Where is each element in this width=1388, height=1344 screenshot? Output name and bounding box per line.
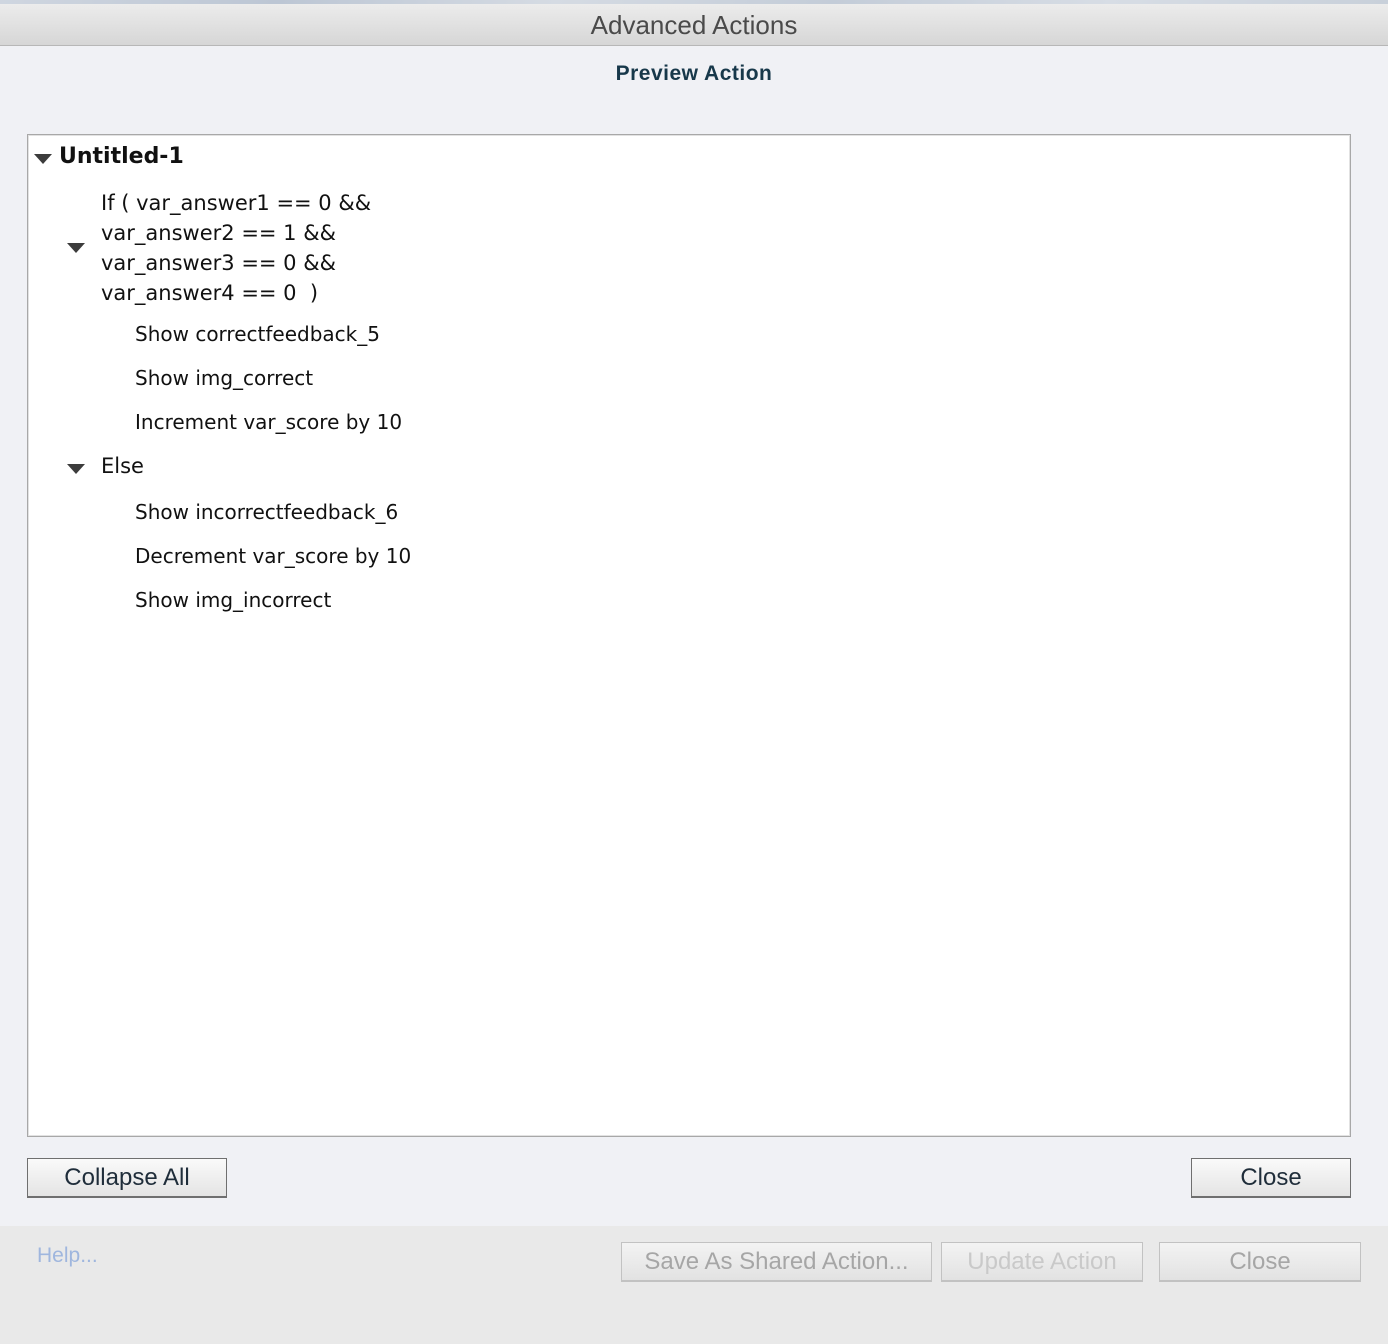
action-item[interactable]: Show correctfeedback_5 — [135, 322, 380, 346]
condition-line: var_answer4 == 0 ) — [101, 281, 319, 305]
expand-triangle-icon[interactable] — [67, 464, 85, 474]
condition-line: var_answer2 == 1 && — [101, 221, 336, 245]
window-titlebar[interactable]: Advanced Actions — [0, 4, 1388, 46]
advanced-actions-window: Advanced Actions Preview Action Untitled… — [0, 0, 1388, 1344]
tree-root-label[interactable]: Untitled-1 — [59, 144, 184, 169]
action-item[interactable]: Decrement var_score by 10 — [135, 544, 411, 568]
condition-line: If ( var_answer1 == 0 && — [101, 191, 372, 215]
update-action-button[interactable]: Update Action — [941, 1242, 1143, 1282]
action-tree[interactable]: Untitled-1 If ( var_answer1 == 0 && var_… — [27, 134, 1351, 1137]
action-item[interactable]: Show img_correct — [135, 366, 313, 390]
close-preview-button[interactable]: Close — [1191, 1158, 1351, 1198]
help-link[interactable]: Help... — [37, 1244, 98, 1268]
condition-line: var_answer3 == 0 && — [101, 251, 336, 275]
action-item[interactable]: Increment var_score by 10 — [135, 410, 402, 434]
expand-triangle-icon[interactable] — [67, 243, 85, 253]
save-as-shared-action-button[interactable]: Save As Shared Action... — [621, 1242, 932, 1282]
action-item[interactable]: Show incorrectfeedback_6 — [135, 500, 398, 524]
close-dialog-button[interactable]: Close — [1159, 1242, 1361, 1282]
expand-triangle-icon[interactable] — [34, 154, 52, 164]
action-item[interactable]: Show img_incorrect — [135, 588, 331, 612]
dialog-footer: Help... Save As Shared Action... Update … — [0, 1226, 1388, 1344]
preview-action-panel: Preview Action Untitled-1 If ( var_answe… — [0, 46, 1388, 1226]
else-branch-label[interactable]: Else — [101, 454, 144, 478]
collapse-all-button[interactable]: Collapse All — [27, 1158, 227, 1198]
window-title: Advanced Actions — [590, 10, 798, 40]
panel-subtitle: Preview Action — [615, 62, 773, 85]
